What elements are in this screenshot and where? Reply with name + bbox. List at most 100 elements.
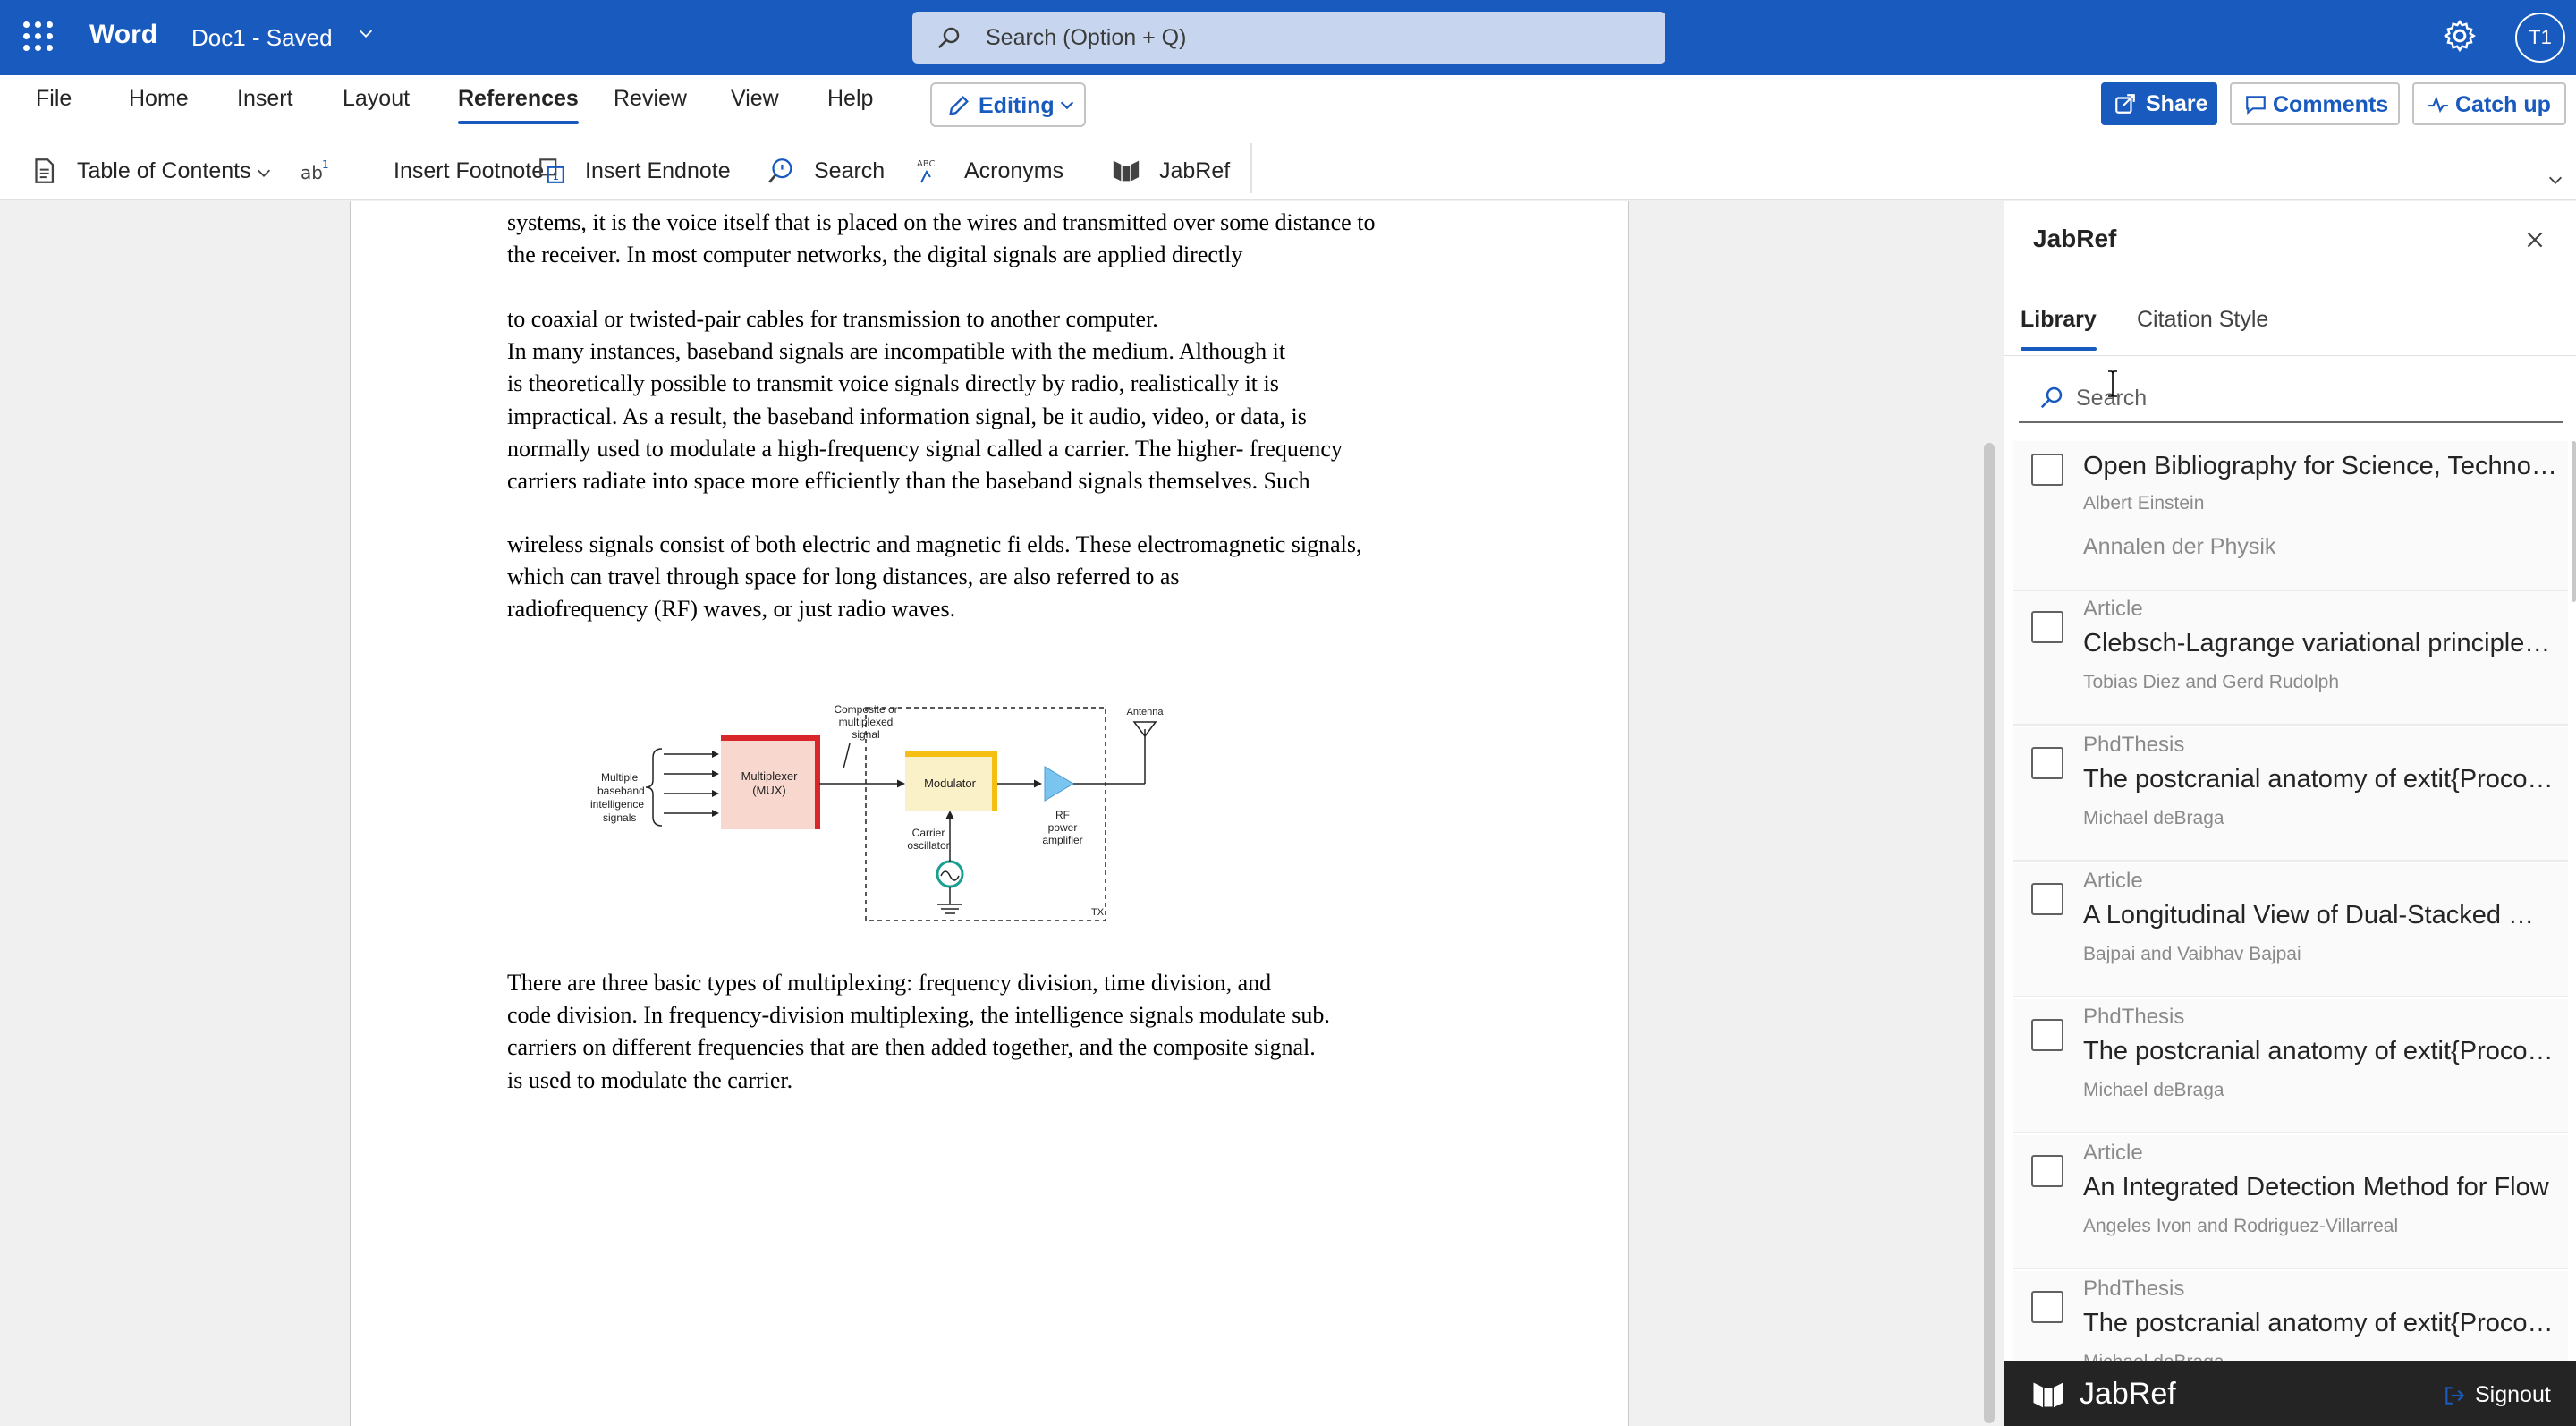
tab-review[interactable]: Review: [614, 86, 687, 112]
toc-label: Table of Contents: [77, 158, 251, 183]
entry-list: Open Bibliography for Science, Technolog…: [2013, 441, 2568, 1361]
search-icon: [937, 27, 960, 49]
list-item[interactable]: Article An Integrated Detection Method f…: [2013, 1135, 2568, 1269]
footnote-icon: ab 1: [301, 158, 329, 183]
entry-checkbox[interactable]: [2031, 1155, 2063, 1187]
signout-icon: [2445, 1387, 2465, 1405]
global-search-box[interactable]: Search (Option + Q): [912, 12, 1665, 64]
tab-file[interactable]: File: [36, 86, 72, 112]
footnote-label: Insert Footnote: [394, 158, 545, 183]
search-placeholder: Search (Option + Q): [986, 25, 1187, 50]
tab-layout[interactable]: Layout: [343, 86, 410, 112]
gear-icon[interactable]: [2442, 18, 2478, 54]
close-icon[interactable]: [2523, 228, 2546, 251]
oscillator-label-line: Carrier: [912, 827, 945, 839]
paragraph-3[interactable]: wireless signals consist of both electri…: [507, 529, 1518, 626]
list-item[interactable]: PhdThesis The postcranial anatomy of ext…: [2013, 1271, 2568, 1361]
title-bar: Word Doc1 - Saved Search (Option + Q) T1: [0, 0, 2576, 75]
text-line: code division. In frequency-division mul…: [507, 1002, 1330, 1029]
pane-scrollbar[interactable]: [2572, 441, 2576, 602]
entry-type: PhdThesis: [2083, 733, 2185, 757]
inputs-label-line: Multiple: [601, 771, 639, 784]
pulse-icon: [2428, 96, 2448, 114]
chevron-down-icon: [257, 169, 271, 177]
entry-title: Clebsch-Lagrange variational principle a…: [2083, 629, 2557, 658]
acronyms-button[interactable]: ABC Acronyms: [916, 150, 1068, 190]
tab-home[interactable]: Home: [129, 86, 189, 112]
tab-insert[interactable]: Insert: [237, 86, 293, 112]
insert-endnote-button[interactable]: 1 Insert Endnote: [537, 150, 733, 190]
entry-author: Michael deBraga: [2083, 1080, 2224, 1100]
modulator-label: Modulator: [924, 777, 976, 790]
entry-checkbox[interactable]: [2031, 883, 2063, 915]
endnote-label: Insert Endnote: [585, 158, 731, 183]
search-icon: [2040, 386, 2063, 409]
list-item[interactable]: Article Clebsch-Lagrange variational pri…: [2013, 591, 2568, 726]
pane-footer: JabRef Signout: [2004, 1361, 2576, 1426]
text-line: normally used to modulate a high-frequen…: [507, 435, 1343, 462]
library-search-input[interactable]: [2076, 380, 2541, 416]
tab-citation-style[interactable]: Citation Style: [2137, 307, 2268, 333]
tab-help[interactable]: Help: [827, 86, 873, 112]
entry-author: Albert Einstein: [2083, 493, 2205, 514]
table-of-contents-button[interactable]: Table of Contents: [29, 150, 279, 190]
app-name[interactable]: Word: [89, 20, 157, 50]
chevron-down-icon[interactable]: [2546, 170, 2565, 190]
ribbon-separator: [1250, 143, 1252, 193]
text-line: wireless signals consist of both electri…: [507, 531, 1362, 557]
tab-library[interactable]: Library: [2021, 307, 2097, 351]
entry-checkbox[interactable]: [2031, 1019, 2063, 1051]
share-button[interactable]: Share: [2101, 82, 2217, 125]
entry-checkbox[interactable]: [2031, 747, 2063, 779]
app-launcher-icon[interactable]: [23, 21, 54, 52]
document-workspace: systems, it is the voice itself that is …: [0, 201, 2004, 1426]
text-line: carriers radiate into space more efficie…: [507, 468, 1310, 495]
list-item[interactable]: PhdThesis The postcranial anatomy of ext…: [2013, 999, 2568, 1133]
insert-footnote-button[interactable]: ab 1 Insert Footnote: [301, 150, 544, 190]
text-line: to coaxial or twisted-pair cables for tr…: [507, 306, 1158, 332]
amplifier-label-line: amplifier: [1042, 834, 1082, 846]
library-search[interactable]: [2019, 371, 2563, 423]
transmitter-diagram[interactable]: Multiple baseband intelligence signals M…: [590, 702, 1199, 935]
list-item[interactable]: Open Bibliography for Science, Technolog…: [2013, 441, 2568, 591]
input-arrowheads: [712, 751, 719, 817]
entry-checkbox[interactable]: [2031, 611, 2063, 643]
search-icon: [768, 158, 792, 183]
list-item[interactable]: Article A Longitudinal View of Dual-Stac…: [2013, 863, 2568, 997]
chevron-down-icon[interactable]: [356, 23, 376, 43]
user-avatar[interactable]: T1: [2515, 13, 2565, 63]
text-line: radiofrequency (RF) waves, or just radio…: [507, 596, 956, 623]
entry-type: Article: [2083, 1141, 2143, 1165]
paragraph-2[interactable]: to coaxial or twisted-pair cables for tr…: [507, 303, 1518, 497]
arrowhead: [945, 811, 954, 819]
tab-view[interactable]: View: [731, 86, 779, 112]
inputs-label-line: signals: [603, 811, 636, 824]
mux-label-line: (MUX): [752, 784, 786, 797]
list-item[interactable]: PhdThesis The postcranial anatomy of ext…: [2013, 727, 2568, 862]
document-scrollbar[interactable]: [1984, 443, 1995, 1423]
antenna-label: Antenna: [1127, 707, 1165, 717]
document-page[interactable]: systems, it is the voice itself that is …: [350, 201, 1629, 1426]
researcher-search-button[interactable]: Search: [766, 150, 885, 190]
document-title[interactable]: Doc1 - Saved: [191, 24, 333, 52]
entry-checkbox[interactable]: [2031, 1291, 2063, 1323]
entry-checkbox[interactable]: [2031, 454, 2063, 486]
editing-mode-button[interactable]: Editing: [930, 82, 1086, 127]
jabref-ribbon-button[interactable]: JabRef: [1111, 150, 1236, 190]
paragraph-4[interactable]: There are three basic types of multiplex…: [507, 967, 1518, 1097]
tab-references[interactable]: References: [458, 86, 579, 124]
text-line: is used to modulate the carrier.: [507, 1066, 793, 1093]
text-line: the receiver. In most computer networks,…: [507, 242, 1243, 268]
paragraph-1[interactable]: systems, it is the voice itself that is …: [507, 207, 1518, 271]
jabref-label: JabRef: [1159, 158, 1231, 183]
entry-type: PhdThesis: [2083, 1277, 2185, 1301]
mux-label-line: Multiplexer: [741, 769, 799, 783]
catch-up-button[interactable]: Catch up: [2412, 82, 2566, 125]
oscillator-label-line: oscillator: [907, 839, 949, 852]
svg-text:1: 1: [553, 170, 559, 182]
comments-button[interactable]: Comments: [2230, 82, 2400, 125]
share-icon: [2115, 94, 2135, 114]
share-label: Share: [2146, 91, 2208, 116]
amplifier-label-line: RF: [1055, 809, 1070, 821]
text-line: carriers on different frequencies that a…: [507, 1034, 1316, 1061]
